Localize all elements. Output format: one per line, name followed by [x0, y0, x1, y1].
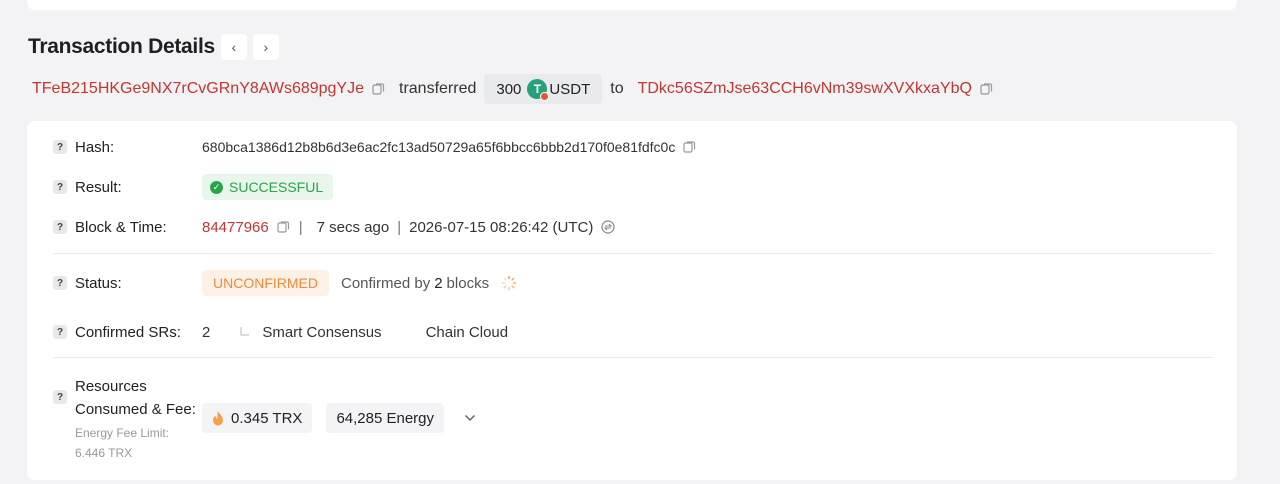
page-header: Transaction Details ‹ ›	[28, 33, 279, 61]
chevron-left-icon: ‹	[231, 39, 237, 55]
chevron-down-icon[interactable]	[464, 414, 476, 422]
action-text: transferred	[399, 80, 477, 97]
resources-label-line1: Resources	[75, 378, 147, 395]
transfer-summary: TFeB215HKGe9NX7rCvGRnY8AWs689pgYJe trans…	[32, 74, 994, 104]
energy-pill: 64,285 Energy	[326, 403, 445, 433]
hash-value-wrap: 680bca1386d12b8b6d3e6ac2fc13ad50729a65f6…	[202, 137, 697, 157]
status-row: ? Status:	[53, 273, 122, 293]
confirmed-count: 2	[434, 274, 443, 292]
hash-row: ? Hash:	[53, 137, 114, 157]
energy-fee-limit-value: 6.446 TRX	[75, 446, 133, 460]
next-transaction-button[interactable]: ›	[252, 34, 279, 60]
usdt-token-icon: T	[527, 79, 550, 101]
srs-count: 2	[202, 323, 211, 341]
amount-pill: 300 T USDT	[484, 74, 603, 104]
copy-icon[interactable]	[372, 82, 386, 96]
trx-fee-pill: 0.345 TRX	[202, 403, 313, 433]
sr-name-link[interactable]: Smart Consensus	[262, 324, 381, 341]
confirmed-srs-value: 2 Smart Consensus Chain Cloud	[202, 322, 508, 342]
block-time-value: 84477966 | 7 secs ago | 2026-07-15 08:26…	[202, 217, 615, 237]
help-icon[interactable]: ?	[53, 180, 67, 194]
from-address-link[interactable]: TFeB215HKGe9NX7rCvGRnY8AWs689pgYJe	[32, 80, 364, 98]
tree-branch-icon	[240, 327, 250, 337]
amount-value: 300	[496, 80, 522, 98]
help-icon[interactable]: ?	[53, 276, 67, 290]
hash-value: 680bca1386d12b8b6d3e6ac2fc13ad50729a65f6…	[202, 139, 676, 155]
status-badge: UNCONFIRMED	[202, 270, 329, 296]
resources-value: 0.345 TRX 64,285 Energy	[202, 403, 476, 433]
top-card	[27, 0, 1237, 10]
confirmed-srs-row: ? Confirmed SRs:	[53, 322, 181, 342]
to-address-link[interactable]: TDkc56SZmJse63CCH6vNm39swXVXkxaYbQ	[638, 80, 972, 98]
separator: |	[298, 218, 303, 236]
separator: |	[397, 218, 402, 236]
result-text: SUCCESSFUL	[229, 179, 324, 195]
loading-spinner-icon	[501, 275, 517, 291]
block-time-row: ? Block & Time:	[53, 217, 167, 237]
help-icon[interactable]: ?	[53, 390, 67, 404]
resources-label-line2: Consumed & Fee:	[75, 401, 196, 418]
flame-icon	[212, 410, 224, 426]
check-circle-icon: ✓	[210, 180, 223, 194]
block-number-link[interactable]: 84477966	[202, 219, 269, 236]
hash-label: Hash:	[75, 138, 115, 156]
chevron-right-icon: ›	[263, 39, 269, 55]
page-title: Transaction Details	[28, 35, 215, 58]
result-badge: ✓ SUCCESSFUL	[202, 174, 334, 200]
token-symbol[interactable]: USDT	[549, 81, 590, 98]
copy-icon[interactable]	[683, 140, 697, 154]
energy-value: 64,285 Energy	[336, 409, 435, 427]
confirmed-suffix: blocks	[446, 274, 490, 292]
sr-name-link[interactable]: Chain Cloud	[426, 324, 509, 341]
resources-row: ? Resources Consumed & Fee: Energy Fee L…	[53, 375, 196, 463]
block-time-label: Block & Time:	[75, 218, 167, 236]
divider	[53, 253, 1214, 254]
details-card: ? Hash: 680bca1386d12b8b6d3e6ac2fc13ad50…	[27, 121, 1237, 480]
block-timestamp: 2026-07-15 08:26:42 (UTC)	[409, 218, 594, 236]
timezone-toggle-icon[interactable]	[601, 220, 615, 234]
copy-icon[interactable]	[277, 220, 291, 234]
confirmed-srs-label: Confirmed SRs:	[75, 323, 181, 341]
help-icon[interactable]: ?	[53, 325, 67, 339]
help-icon[interactable]: ?	[53, 220, 67, 234]
divider	[53, 357, 1214, 358]
help-icon[interactable]: ?	[53, 140, 67, 154]
result-row: ? Result:	[53, 177, 122, 197]
block-age: 7 secs ago	[316, 218, 390, 236]
to-text: to	[610, 80, 624, 97]
result-label: Result:	[75, 178, 122, 196]
copy-icon[interactable]	[980, 82, 994, 96]
trx-fee-value: 0.345 TRX	[231, 409, 303, 427]
result-value-wrap: ✓ SUCCESSFUL	[202, 174, 334, 200]
status-label: Status:	[75, 274, 122, 292]
prev-transaction-button[interactable]: ‹	[220, 34, 247, 60]
status-value: UNCONFIRMED Confirmed by 2 blocks	[202, 270, 517, 296]
confirmed-prefix: Confirmed by	[341, 274, 431, 292]
energy-fee-limit-label: Energy Fee Limit:	[75, 426, 170, 440]
